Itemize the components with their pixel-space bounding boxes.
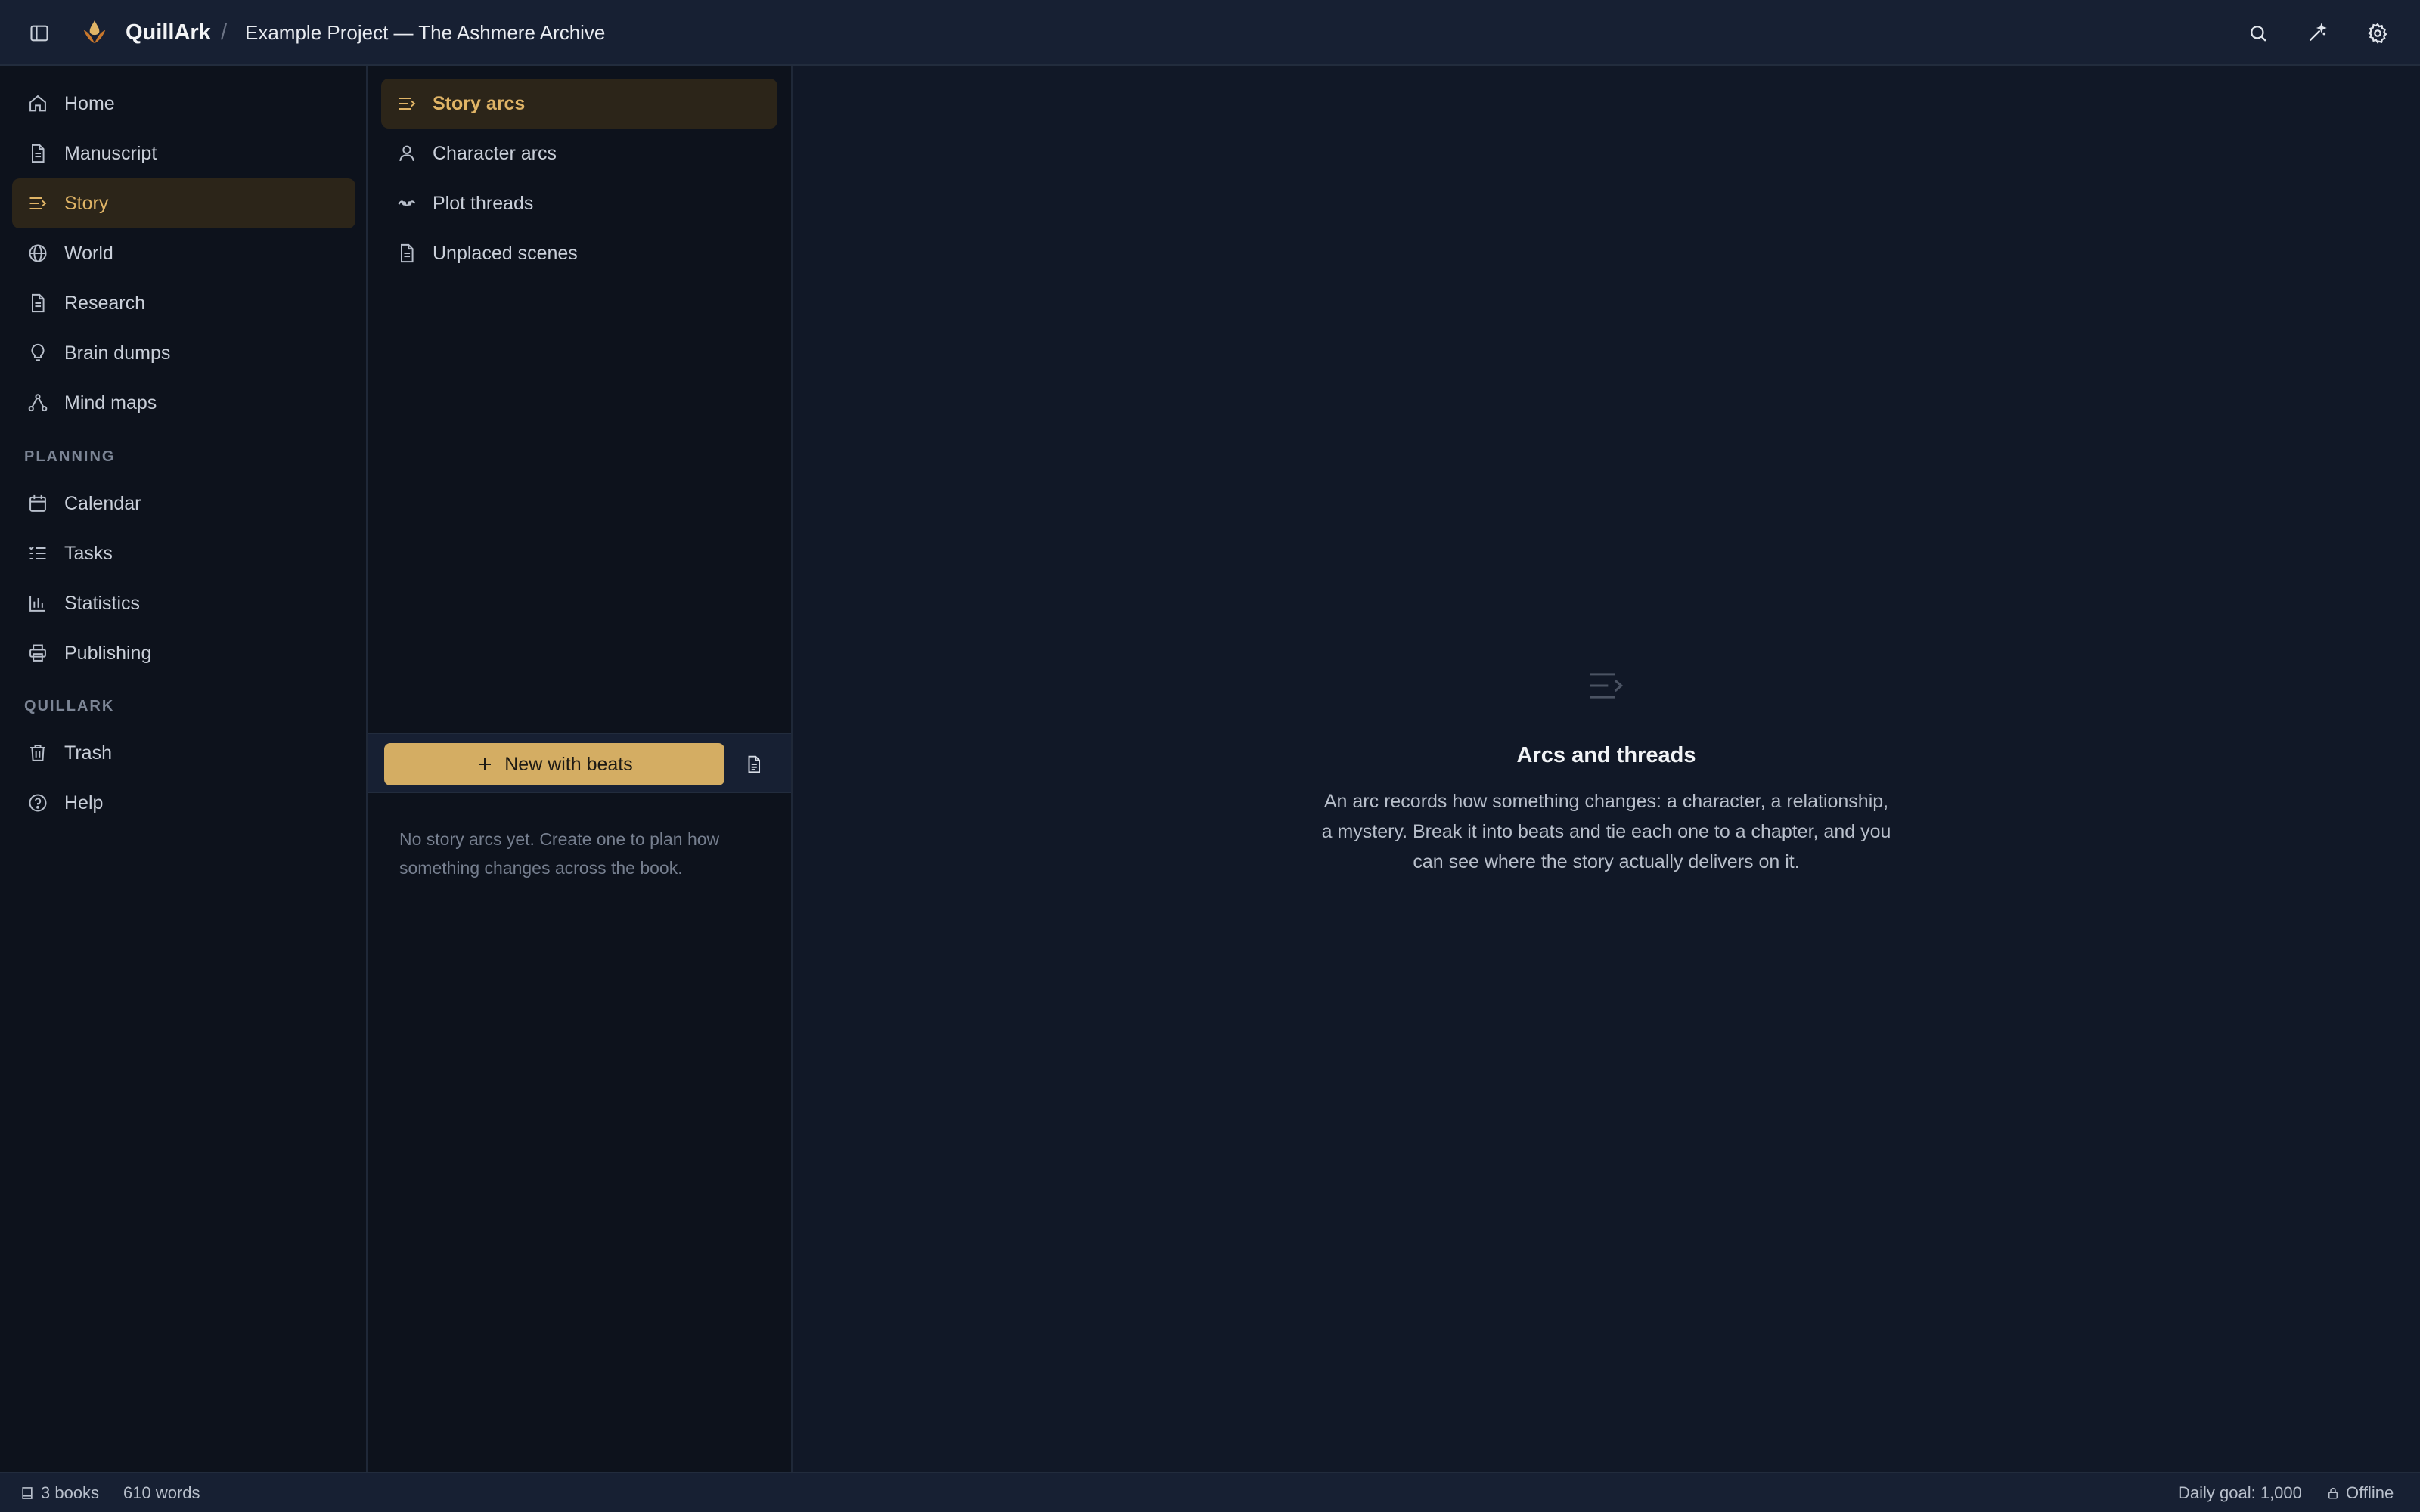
sidebar-item-label: Tasks: [64, 543, 113, 564]
empty-state: Arcs and threads An arc records how some…: [793, 665, 2420, 877]
mind-map-icon: [27, 392, 48, 414]
sidebar-item-label: Research: [64, 293, 145, 314]
tab-label: Unplaced scenes: [433, 243, 578, 264]
lock-icon: [2328, 1487, 2338, 1498]
sidebar-item-manuscript[interactable]: Manuscript: [12, 129, 355, 178]
calendar-icon: [27, 493, 48, 514]
story-lines-icon: [1585, 665, 1627, 707]
sidebar-item-label: Story: [64, 193, 109, 214]
sidebar-item-world[interactable]: World: [12, 228, 355, 278]
sidebar-item-label: Statistics: [64, 593, 141, 614]
sidebar-item-label: Trash: [64, 742, 112, 764]
home-icon: [27, 93, 48, 114]
tab-character-arcs[interactable]: Character arcs: [381, 129, 777, 178]
thread-icon: [396, 193, 417, 214]
lightbulb-icon: [27, 342, 48, 364]
template-document-icon[interactable]: [743, 752, 765, 776]
daily-goal[interactable]: Daily goal: 1,000: [2178, 1473, 2302, 1512]
section-label-quillark: QUILLARK: [24, 698, 115, 714]
quillark-logo[interactable]: [80, 18, 109, 47]
tab-story-arcs[interactable]: Story arcs: [381, 79, 777, 129]
book-icon: [22, 1486, 33, 1499]
story-lines-icon: [27, 193, 48, 214]
sidebar-item-help[interactable]: Help: [12, 778, 355, 828]
document-icon: [27, 293, 48, 314]
document-icon: [27, 143, 48, 164]
section-label-planning: PLANNING: [24, 448, 116, 465]
printer-icon: [27, 643, 48, 664]
gear-icon[interactable]: [2363, 18, 2393, 48]
search-icon[interactable]: [2243, 18, 2273, 48]
sidebar-item-statistics[interactable]: Statistics: [12, 578, 355, 628]
person-icon: [396, 143, 417, 164]
word-count: 610 words: [123, 1483, 200, 1502]
app-name[interactable]: QuillArk: [126, 18, 211, 47]
empty-state-title: Arcs and threads: [1516, 743, 1696, 767]
bar-chart-icon: [27, 593, 48, 614]
sidebar-item-label: Calendar: [64, 493, 141, 514]
sidebar-item-label: Publishing: [64, 643, 152, 664]
status-bar: 3 books 610 words Daily goal: 1,000 Offl…: [0, 1472, 2420, 1512]
sidebar-item-tasks[interactable]: Tasks: [12, 528, 355, 578]
story-panel: Story arcs Character arcs Plot threads U…: [368, 66, 793, 1472]
connection-status: Offline: [2326, 1473, 2394, 1512]
sidebar-item-label: Home: [64, 93, 115, 114]
tab-plot-threads[interactable]: Plot threads: [381, 178, 777, 228]
tasks-icon: [27, 543, 48, 564]
sidebar-item-publishing[interactable]: Publishing: [12, 628, 355, 678]
magic-wand-icon[interactable]: [2302, 18, 2332, 48]
sidebar-item-mind-maps[interactable]: Mind maps: [12, 378, 355, 428]
tab-label: Story arcs: [433, 93, 526, 114]
story-panel-actions: New with beats: [368, 733, 791, 793]
document-icon: [396, 243, 417, 264]
books-count[interactable]: 3 books: [20, 1473, 99, 1512]
sidebar: Home Manuscript Story World Research Bra…: [0, 66, 368, 1472]
plus-icon: [479, 758, 492, 770]
tab-unplaced-scenes[interactable]: Unplaced scenes: [381, 228, 777, 278]
sidebar-item-label: Mind maps: [64, 392, 157, 414]
sidebar-item-research[interactable]: Research: [12, 278, 355, 328]
sidebar-item-home[interactable]: Home: [12, 79, 355, 129]
connection-label: Offline: [2346, 1483, 2394, 1502]
empty-arcs-hint: No story arcs yet. Create one to plan ho…: [399, 829, 720, 878]
sidebar-item-label: Manuscript: [64, 143, 157, 164]
sidebar-toggle-icon[interactable]: [26, 20, 53, 47]
sidebar-item-story[interactable]: Story: [12, 178, 355, 228]
sidebar-item-label: Help: [64, 792, 104, 813]
empty-state-description: An arc records how something changes: a …: [1321, 791, 1891, 872]
project-title[interactable]: Example Project — The Ashmere Archive: [245, 18, 605, 47]
new-with-beats-label: New with beats: [504, 753, 633, 775]
story-lines-icon: [396, 93, 417, 114]
sidebar-item-brain-dumps[interactable]: Brain dumps: [12, 328, 355, 378]
new-with-beats-button[interactable]: New with beats: [384, 743, 724, 785]
help-icon: [27, 792, 48, 813]
sidebar-item-label: World: [64, 243, 113, 264]
top-bar: QuillArk / Example Project — The Ashmere…: [0, 0, 2420, 66]
breadcrumb-separator: /: [221, 20, 228, 45]
tab-label: Plot threads: [433, 193, 534, 214]
tab-label: Character arcs: [433, 143, 557, 164]
globe-icon: [27, 243, 48, 264]
trash-icon: [27, 742, 48, 764]
books-count-label: 3 books: [41, 1483, 100, 1502]
main-content: Arcs and threads An arc records how some…: [793, 66, 2420, 1472]
sidebar-item-calendar[interactable]: Calendar: [12, 479, 355, 528]
sidebar-item-trash[interactable]: Trash: [12, 728, 355, 778]
sidebar-item-label: Brain dumps: [64, 342, 171, 364]
